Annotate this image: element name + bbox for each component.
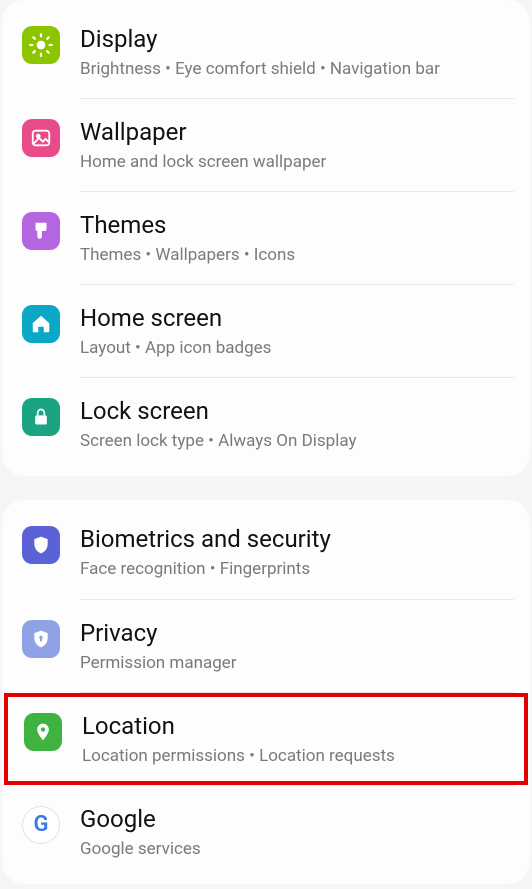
settings-item-text: Themes Themes • Wallpapers • Icons [80, 210, 510, 266]
settings-item-text: Home screen Layout • App icon badges [80, 303, 510, 359]
brush-icon [22, 212, 60, 250]
settings-item-subtitle: Permission manager [80, 652, 510, 674]
settings-item-subtitle: Location permissions • Location requests [82, 745, 508, 767]
home-icon [22, 305, 60, 343]
highlighted-item: Location Location permissions • Location… [4, 693, 528, 785]
settings-item-title: Privacy [80, 618, 510, 648]
settings-item-wallpaper[interactable]: Wallpaper Home and lock screen wallpaper [2, 99, 530, 191]
settings-item-title: Home screen [80, 303, 510, 333]
sun-icon [22, 26, 60, 64]
settings-item-subtitle: Layout • App icon badges [80, 337, 510, 359]
settings-item-subtitle: Face recognition • Fingerprints [80, 558, 510, 580]
settings-item-display[interactable]: Display Brightness • Eye comfort shield … [2, 6, 530, 98]
settings-item-subtitle: Home and lock screen wallpaper [80, 151, 510, 173]
settings-item-title: Lock screen [80, 396, 510, 426]
settings-item-title: Wallpaper [80, 117, 510, 147]
settings-item-title: Display [80, 24, 510, 54]
settings-section-1: Display Brightness • Eye comfort shield … [2, 0, 530, 476]
settings-item-text: Wallpaper Home and lock screen wallpaper [80, 117, 510, 173]
pin-icon [24, 713, 62, 751]
settings-item-privacy[interactable]: Privacy Permission manager [2, 600, 530, 692]
settings-item-subtitle: Themes • Wallpapers • Icons [80, 244, 510, 266]
settings-item-home-screen[interactable]: Home screen Layout • App icon badges [2, 285, 530, 377]
settings-section-2: Biometrics and security Face recognition… [2, 500, 530, 883]
settings-item-subtitle: Google services [80, 838, 510, 860]
settings-item-title: Themes [80, 210, 510, 240]
settings-item-text: Biometrics and security Face recognition… [80, 524, 510, 580]
settings-item-biometrics[interactable]: Biometrics and security Face recognition… [2, 506, 530, 598]
settings-item-text: Location Location permissions • Location… [82, 711, 508, 767]
settings-item-title: Google [80, 804, 510, 834]
lock-icon [22, 398, 60, 436]
settings-item-text: Privacy Permission manager [80, 618, 510, 674]
google-icon: G [22, 806, 60, 844]
picture-icon [22, 119, 60, 157]
settings-item-title: Biometrics and security [80, 524, 510, 554]
settings-item-title: Location [82, 711, 508, 741]
settings-item-text: Display Brightness • Eye comfort shield … [80, 24, 510, 80]
settings-item-lock-screen[interactable]: Lock screen Screen lock type • Always On… [2, 378, 530, 470]
shield-icon [22, 526, 60, 564]
settings-item-text: Google Google services [80, 804, 510, 860]
settings-item-google[interactable]: G Google Google services [2, 786, 530, 878]
settings-item-location[interactable]: Location Location permissions • Location… [4, 693, 528, 785]
settings-item-subtitle: Screen lock type • Always On Display [80, 430, 510, 452]
privacy-icon [22, 620, 60, 658]
settings-item-themes[interactable]: Themes Themes • Wallpapers • Icons [2, 192, 530, 284]
settings-item-text: Lock screen Screen lock type • Always On… [80, 396, 510, 452]
settings-item-subtitle: Brightness • Eye comfort shield • Naviga… [80, 58, 510, 80]
